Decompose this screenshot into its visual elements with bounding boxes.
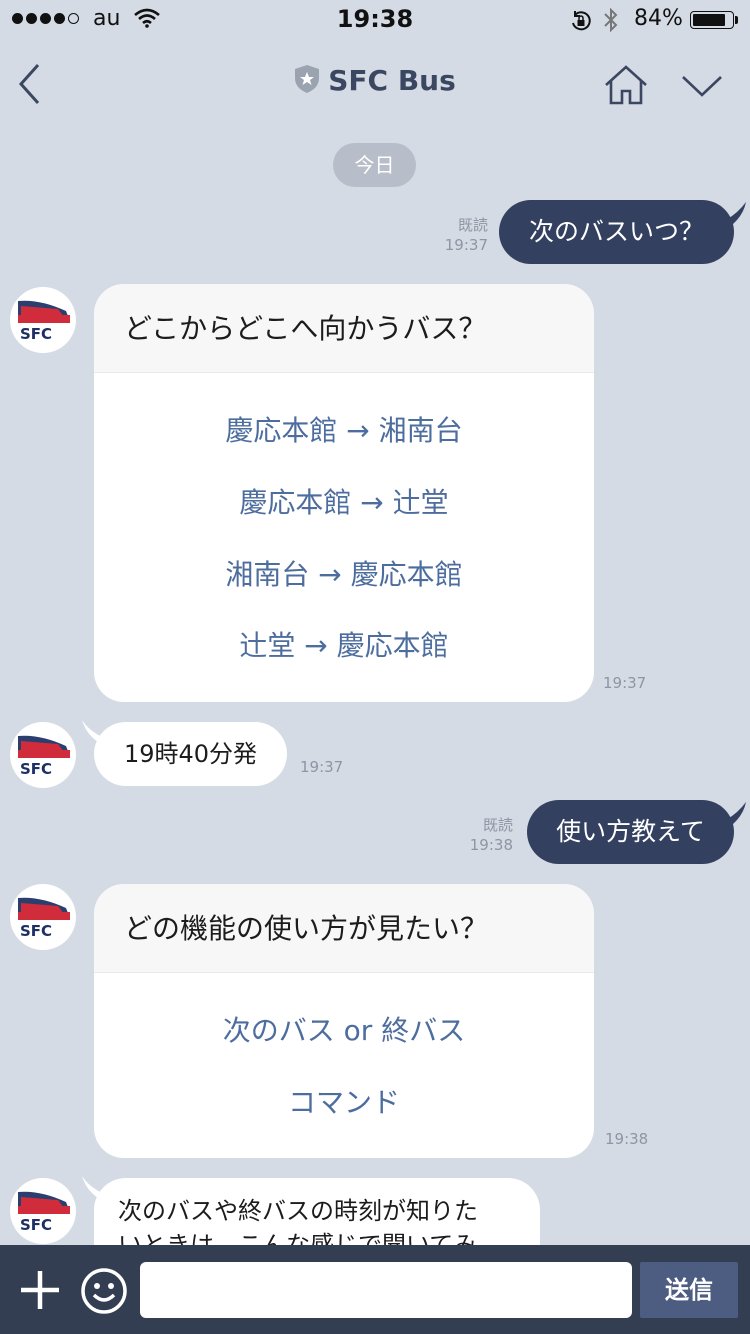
svg-text:SFC: SFC	[20, 922, 52, 940]
bus-logo-icon: SFC	[18, 897, 70, 940]
bot-avatar[interactable]: SFC	[10, 1178, 76, 1244]
sent-message-bubble[interactable]: 次のバスいつ？	[499, 200, 734, 264]
official-account-shield-icon	[294, 64, 320, 101]
card-action-button[interactable]: 辻堂 → 慶応本館	[94, 624, 594, 664]
bus-logo-icon: SFC	[18, 300, 70, 343]
card-action-button[interactable]: コマンド	[94, 1081, 594, 1121]
bluetooth-icon	[603, 7, 619, 39]
card-action-button[interactable]: 慶応本館 → 辻堂	[94, 481, 594, 521]
menu-toggle-button[interactable]	[680, 72, 724, 104]
smiley-icon	[81, 1268, 127, 1314]
card-action-button[interactable]: 次のバス or 終バス	[94, 1009, 594, 1049]
bot-avatar[interactable]: SFC	[10, 884, 76, 950]
received-message-bubble[interactable]: 19時40分発	[94, 722, 287, 786]
read-receipt: 既読	[482, 816, 513, 834]
bus-logo-icon: SFC	[18, 735, 70, 778]
message-meta: 既読 19:37	[430, 215, 488, 255]
svg-text:SFC: SFC	[20, 1216, 52, 1234]
sent-message-bubble[interactable]: 使い方教えて	[527, 800, 734, 864]
date-divider: 今日	[333, 143, 416, 187]
battery-icon	[690, 11, 734, 29]
plus-icon	[21, 1271, 59, 1309]
message-meta: 既読 19:38	[455, 815, 513, 855]
message-input[interactable]	[140, 1262, 632, 1318]
card-title: どこからどこへ向かうバス？	[94, 284, 594, 373]
home-button[interactable]	[603, 64, 649, 110]
send-button[interactable]: 送信	[640, 1262, 738, 1318]
rotation-lock-icon	[569, 9, 593, 39]
read-receipt: 既読	[457, 216, 488, 234]
message-time: 19:38	[605, 1130, 649, 1148]
quick-reply-card: どの機能の使い方が見たい？ 次のバス or 終バス コマンド	[94, 884, 594, 1158]
message-time: 19:37	[444, 236, 488, 254]
sticker-button[interactable]	[80, 1267, 128, 1319]
battery-percent: 84%	[634, 6, 683, 31]
svg-text:SFC: SFC	[20, 325, 52, 343]
status-bar: au 19:38 84%	[0, 0, 750, 40]
message-time: 19:37	[603, 674, 647, 692]
bus-logo-icon: SFC	[18, 1191, 70, 1234]
chat-title: SFC Bus	[328, 64, 456, 97]
quick-reply-card: どこからどこへ向かうバス？ 慶応本館 → 湘南台 慶応本館 → 辻堂 湘南台 →…	[94, 284, 594, 702]
svg-text:SFC: SFC	[20, 760, 52, 778]
card-action-button[interactable]: 慶応本館 → 湘南台	[94, 409, 594, 449]
chevron-down-icon	[682, 76, 722, 97]
message-time: 19:37	[300, 758, 344, 776]
message-time: 19:38	[469, 836, 513, 854]
message-text-line: 次のバスや終バスの時刻が知りた	[118, 1197, 478, 1225]
bot-avatar[interactable]: SFC	[10, 287, 76, 353]
card-action-button[interactable]: 湘南台 → 慶応本館	[94, 553, 594, 593]
home-icon	[605, 65, 647, 105]
add-attachment-button[interactable]	[18, 1268, 62, 1316]
bot-avatar[interactable]: SFC	[10, 722, 76, 788]
card-title: どの機能の使い方が見たい？	[94, 884, 594, 973]
